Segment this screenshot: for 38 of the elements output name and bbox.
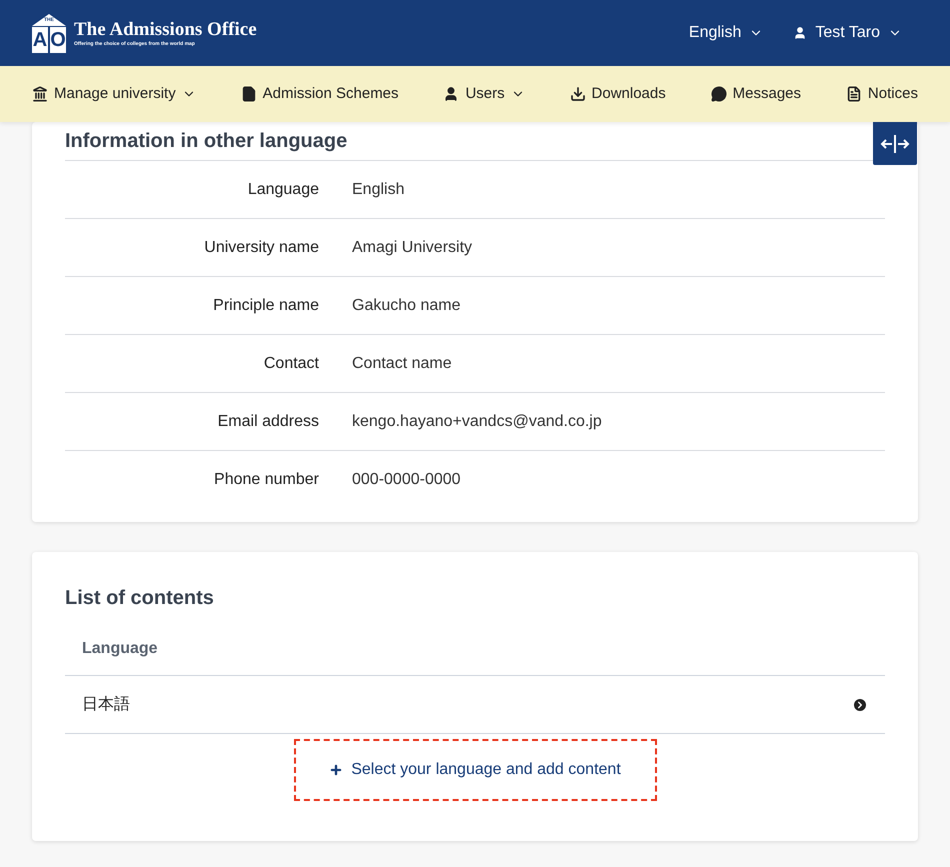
arrow-circle-icon [852, 696, 868, 712]
plus-icon [329, 763, 344, 777]
field-label: Principle name [212, 296, 319, 316]
nav-item[interactable]: Manage university [32, 82, 196, 106]
field-value: kengo.hayano+vandcs@vand.co.jp [352, 412, 602, 432]
field-value: English [352, 180, 404, 200]
person-icon [793, 26, 808, 40]
person-icon [443, 86, 460, 102]
field-label: Contact [262, 354, 319, 374]
table-cell-text: 日本語 [82, 694, 130, 714]
speech-bubble-icon [710, 86, 727, 102]
field-label: Email address [216, 412, 319, 432]
document-icon [846, 86, 862, 102]
field-value: 000-0000-0000 [352, 470, 461, 490]
field-value: Contact name [352, 354, 452, 374]
field-label: Language [246, 180, 319, 200]
nav-item[interactable]: Users [443, 82, 525, 106]
user-menu[interactable]: Test Taro [793, 21, 902, 45]
field-label: Phone number [213, 470, 319, 490]
column-header: Language [82, 638, 158, 658]
language-menu[interactable]: English [688, 21, 764, 45]
document-icon [240, 86, 257, 102]
card-title: List of contents [65, 586, 215, 611]
nav-item[interactable]: Notices [846, 82, 918, 106]
field-value: Gakucho name [352, 296, 461, 316]
bank-icon [32, 86, 48, 102]
expand-width-button[interactable] [873, 122, 917, 165]
nav-item[interactable]: Messages [710, 82, 802, 106]
site-title: The Admissions Office [74, 18, 257, 40]
table-row[interactable]: 日本語 [65, 676, 885, 734]
download-icon [570, 86, 586, 102]
add-content-button[interactable]: Select your language and add content [294, 739, 656, 801]
card-title: Information in other language [65, 129, 348, 154]
field-value: Amagi University [352, 238, 472, 258]
field-label: University name [203, 238, 319, 258]
nav-item[interactable]: Downloads [570, 82, 666, 106]
split-arrows-icon [880, 134, 910, 154]
nav-item[interactable]: Admission Schemes [240, 82, 399, 106]
